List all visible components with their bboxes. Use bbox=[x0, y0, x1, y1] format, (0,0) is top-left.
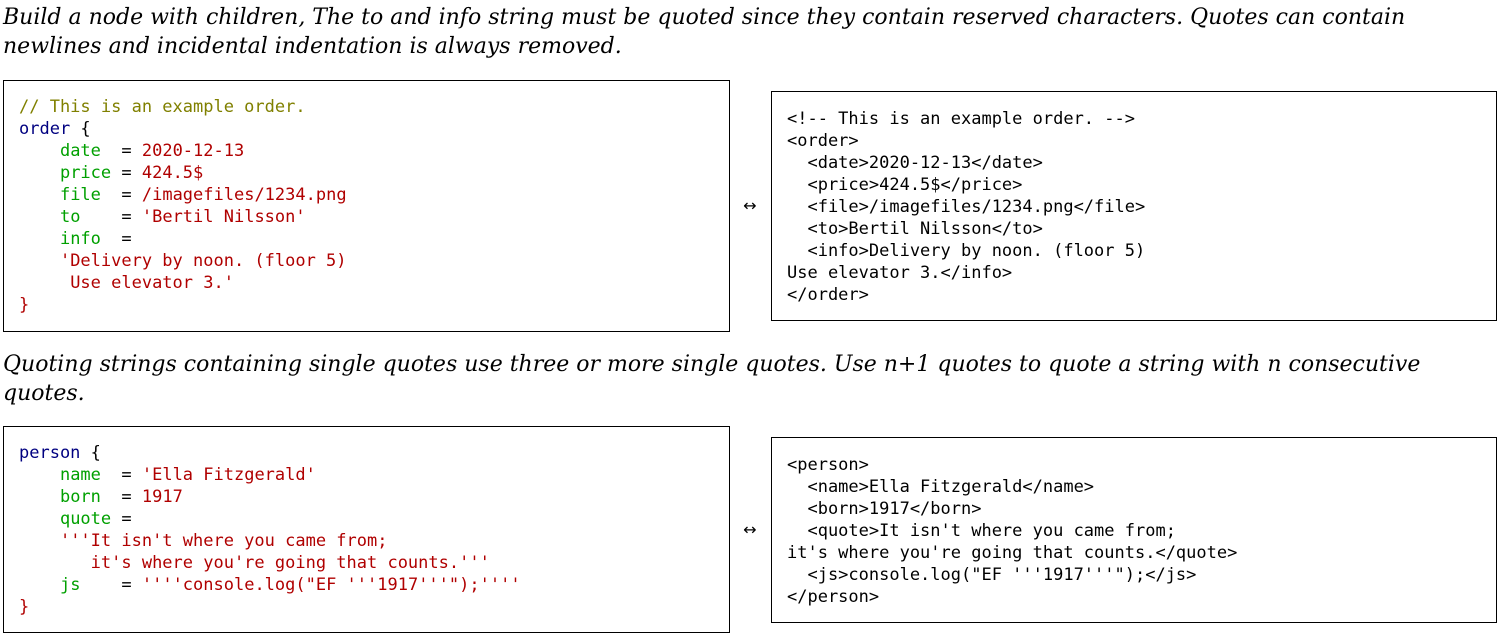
code-line: '''It isn't where you came from; bbox=[19, 530, 714, 552]
xml-line: <file>/imagefiles/1234.png</file> bbox=[787, 197, 1146, 217]
bidirectional-arrow-icon: ↔ bbox=[743, 196, 757, 215]
code-token: info bbox=[59, 229, 101, 249]
code-token: name bbox=[59, 465, 101, 485]
code-line: Use elevator 3.' bbox=[19, 272, 714, 294]
code-token: order bbox=[19, 119, 71, 139]
code-token: file bbox=[59, 185, 101, 205]
code-token: '''It isn't where you came from; bbox=[59, 531, 388, 551]
code-token: { bbox=[70, 119, 91, 139]
section2-source-code-block: person { name = 'Ella Fitzgerald' born =… bbox=[3, 426, 730, 633]
code-token: = bbox=[100, 141, 142, 161]
xml-line: <js>console.log("EF '''1917'''");</js> bbox=[787, 565, 1197, 585]
code-line: person { bbox=[19, 442, 714, 464]
code-token: = bbox=[80, 575, 142, 595]
code-line: } bbox=[19, 294, 714, 316]
code-line: name = 'Ella Fitzgerald' bbox=[19, 464, 714, 486]
code-token: /imagefiles/1234.png bbox=[141, 185, 347, 205]
xml-line: <to>Bertil Nilsson</to> bbox=[787, 219, 1043, 239]
code-token: // This is an example order. bbox=[19, 97, 306, 117]
code-token: born bbox=[59, 487, 101, 507]
code-token: = bbox=[100, 487, 142, 507]
code-token: 'Ella Fitzgerald' bbox=[141, 465, 316, 485]
xml-line: it's where you're going that counts.</qu… bbox=[787, 543, 1238, 563]
code-token: 1917 bbox=[141, 487, 183, 507]
code-token: 'Delivery by noon. (floor 5) bbox=[59, 251, 347, 271]
code-token: js bbox=[59, 575, 81, 595]
code-line: 'Delivery by noon. (floor 5) bbox=[19, 250, 714, 272]
code-token: = bbox=[111, 509, 132, 529]
section1-source-code-block: // This is an example order. order { date… bbox=[3, 80, 730, 332]
code-token: } bbox=[19, 295, 30, 315]
code-token: 424.5$ bbox=[141, 163, 204, 183]
code-token: { bbox=[80, 443, 101, 463]
xml-line: <name>Ella Fitzgerald</name> bbox=[787, 477, 1095, 497]
section1-xml-block: <!-- This is an example order. --> <order… bbox=[771, 91, 1497, 321]
xml-line: </order> bbox=[787, 285, 869, 305]
bidirectional-arrow-icon: ↔ bbox=[743, 520, 757, 539]
code-line: // This is an example order. bbox=[19, 96, 714, 118]
code-token: 2020-12-13 bbox=[141, 141, 245, 161]
code-token: quote bbox=[59, 509, 112, 529]
code-token: = bbox=[80, 207, 142, 227]
section1-description: Build a node with children, The to and i… bbox=[3, 5, 1406, 59]
xml-line: <date>2020-12-13</date> bbox=[787, 153, 1043, 173]
code-line: price = 424.5$ bbox=[19, 162, 714, 184]
code-token: = bbox=[100, 229, 132, 249]
code-line: date = 2020-12-13 bbox=[19, 140, 714, 162]
code-line: js = ''''console.log("EF '''1917'''");''… bbox=[19, 574, 714, 596]
xml-line: <info>Delivery by noon. (floor 5) bbox=[787, 241, 1146, 261]
code-line: it's where you're going that counts.''' bbox=[19, 552, 714, 574]
xml-line: <born>1917</born> bbox=[787, 499, 982, 519]
code-token: Use elevator 3.' bbox=[70, 273, 234, 293]
xml-line: Use elevator 3.</info> bbox=[787, 263, 1013, 283]
code-token: = bbox=[111, 163, 142, 183]
code-token: } bbox=[19, 597, 30, 617]
code-token: ''''console.log("EF '''1917'''");'''' bbox=[141, 575, 521, 595]
section2-description: Quoting strings containing single quotes… bbox=[3, 352, 1421, 406]
section2-xml-block: <person> <name>Ella Fitzgerald</name> <b… bbox=[771, 437, 1497, 623]
xml-line: <order> bbox=[787, 131, 859, 151]
xml-line: <person> bbox=[787, 455, 869, 475]
xml-line: </person> bbox=[787, 587, 880, 607]
code-token: it's where you're going that counts.''' bbox=[90, 553, 490, 573]
code-line: info = bbox=[19, 228, 714, 250]
code-token: = bbox=[100, 465, 142, 485]
code-line: to = 'Bertil Nilsson' bbox=[19, 206, 714, 228]
xml-line: <price>424.5$</price> bbox=[787, 175, 1023, 195]
code-token: person bbox=[19, 443, 81, 463]
code-token: 'Bertil Nilsson' bbox=[141, 207, 306, 227]
code-line: file = /imagefiles/1234.png bbox=[19, 184, 714, 206]
code-line: order { bbox=[19, 118, 714, 140]
xml-line: <quote>It isn't where you came from; bbox=[787, 521, 1176, 541]
code-token: = bbox=[100, 185, 142, 205]
code-token: to bbox=[59, 207, 81, 227]
code-line: } bbox=[19, 596, 714, 618]
code-line: quote = bbox=[19, 508, 714, 530]
code-token: date bbox=[59, 141, 101, 161]
code-token: price bbox=[59, 163, 112, 183]
code-line: born = 1917 bbox=[19, 486, 714, 508]
xml-line: <!-- This is an example order. --> bbox=[787, 109, 1135, 129]
